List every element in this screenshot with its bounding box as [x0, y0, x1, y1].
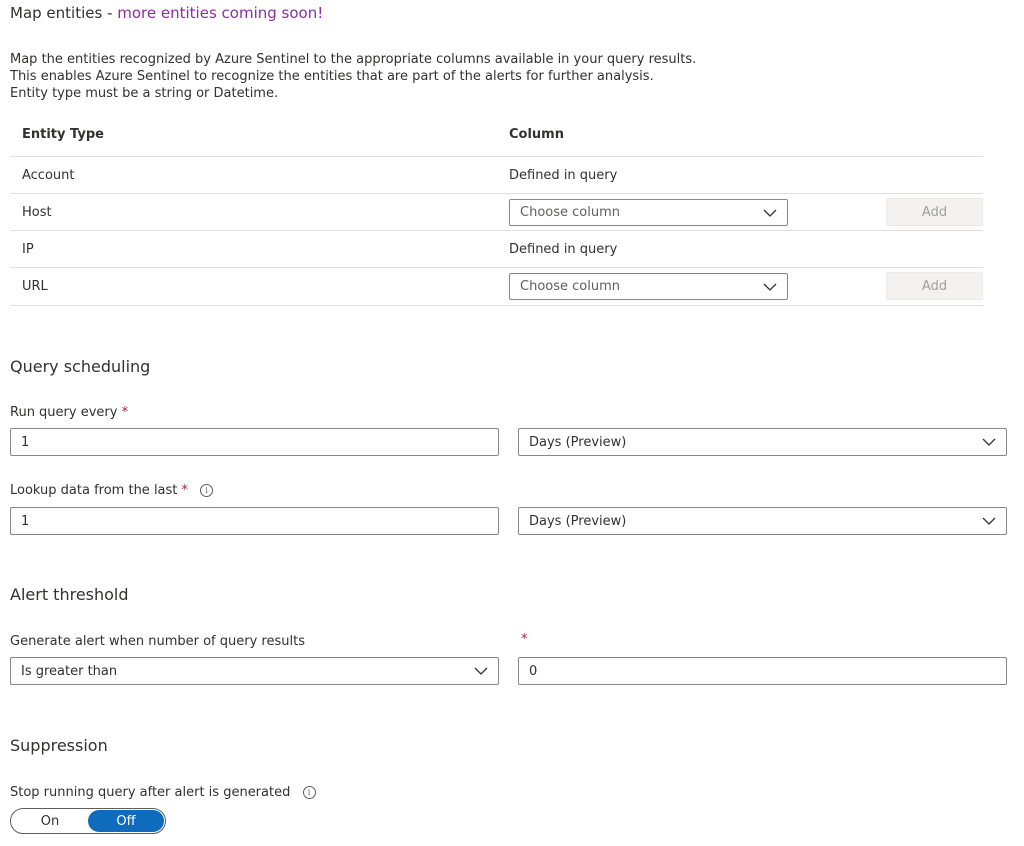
- section-title-suppression: Suppression: [10, 736, 108, 755]
- row-divider: [10, 305, 983, 306]
- entity-type-host: Host: [22, 205, 52, 220]
- required-indicator: *: [121, 405, 129, 420]
- row-divider: [10, 267, 983, 268]
- entity-type-url: URL: [22, 279, 48, 294]
- required-indicator: *: [181, 483, 189, 498]
- host-column-dropdown[interactable]: Choose column: [509, 199, 788, 226]
- column-value-account: Defined in query: [509, 168, 618, 183]
- toggle-off-option[interactable]: Off: [88, 810, 164, 832]
- stop-running-label: Stop running query after alert is genera…: [10, 785, 316, 800]
- info-icon[interactable]: i: [200, 484, 214, 497]
- threshold-value-input[interactable]: 0: [518, 657, 1007, 685]
- column-header-column: Column: [509, 127, 564, 142]
- column-header-entity-type: Entity Type: [22, 127, 104, 142]
- section-title-alert-threshold: Alert threshold: [10, 585, 129, 604]
- description: Map the entities recognized by Azure Sen…: [10, 51, 696, 102]
- host-column-placeholder: Choose column: [520, 205, 620, 220]
- row-divider: [10, 193, 983, 194]
- lookup-data-unit-value: Days (Preview): [529, 513, 627, 529]
- run-query-every-input[interactable]: 1: [10, 428, 499, 456]
- suppression-toggle[interactable]: On Off: [10, 808, 166, 834]
- run-query-every-unit-value: Days (Preview): [529, 434, 627, 450]
- generate-alert-label: Generate alert when number of query resu…: [10, 634, 305, 649]
- description-line: Map the entities recognized by Azure Sen…: [10, 52, 697, 67]
- title-accent: more entities coming soon!: [117, 4, 324, 22]
- lookup-data-text: Lookup data from the last: [10, 483, 178, 498]
- chevron-down-icon: [982, 438, 996, 446]
- url-add-button[interactable]: Add: [886, 272, 983, 300]
- description-line: Entity type must be a string or Datetime…: [10, 86, 279, 101]
- url-column-placeholder: Choose column: [520, 279, 620, 294]
- threshold-operator-dropdown[interactable]: Is greater than: [10, 657, 499, 685]
- column-value-ip: Defined in query: [509, 242, 618, 257]
- chevron-down-icon: [474, 667, 488, 675]
- entity-type-account: Account: [22, 168, 75, 183]
- threshold-value: 0: [529, 663, 538, 679]
- lookup-data-unit-dropdown[interactable]: Days (Preview): [518, 507, 1007, 535]
- lookup-data-input[interactable]: 1: [10, 507, 499, 535]
- row-divider: [10, 156, 983, 157]
- description-line: This enables Azure Sentinel to recognize…: [10, 69, 654, 84]
- lookup-data-label: Lookup data from the last * i: [10, 483, 214, 498]
- host-add-button[interactable]: Add: [886, 198, 983, 226]
- section-title-query-scheduling: Query scheduling: [10, 357, 151, 376]
- chevron-down-icon: [982, 517, 996, 525]
- stop-running-text: Stop running query after alert is genera…: [10, 785, 291, 800]
- required-indicator: *: [521, 632, 528, 647]
- run-query-every-value: 1: [21, 434, 30, 450]
- run-query-every-unit-dropdown[interactable]: Days (Preview): [518, 428, 1007, 456]
- url-column-dropdown[interactable]: Choose column: [509, 273, 788, 300]
- threshold-operator-value: Is greater than: [21, 663, 118, 679]
- chevron-down-icon: [763, 283, 777, 291]
- run-query-every-text: Run query every: [10, 405, 118, 420]
- lookup-data-value: 1: [21, 513, 30, 529]
- info-icon[interactable]: i: [302, 786, 316, 799]
- title-text: Map entities -: [10, 4, 113, 22]
- run-query-every-label: Run query every *: [10, 405, 128, 420]
- chevron-down-icon: [763, 209, 777, 217]
- page-title: Map entities - more entities coming soon…: [10, 4, 323, 22]
- row-divider: [10, 230, 983, 231]
- entity-type-ip: IP: [22, 242, 34, 257]
- toggle-on-option[interactable]: On: [11, 809, 89, 833]
